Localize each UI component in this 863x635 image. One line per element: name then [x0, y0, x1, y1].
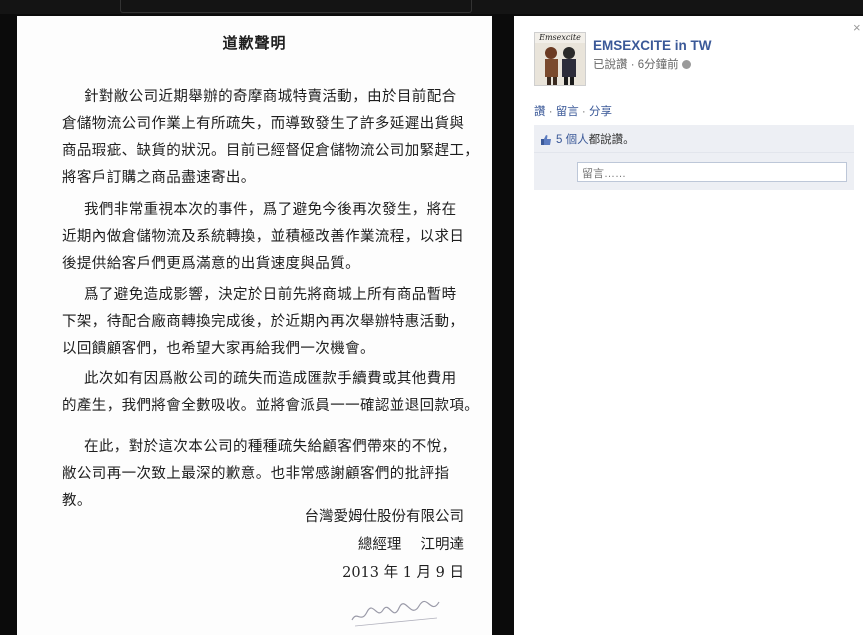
post-side-panel: Emsexcite EMSEXCITE in TW 已說讚 · 6分鐘前 讚 ·… — [514, 16, 863, 635]
post-time[interactable]: 6分鐘前 — [638, 59, 679, 71]
post-actions: 讚 · 留言 · 分享 — [534, 106, 612, 118]
comment-link[interactable]: 留言 — [556, 106, 579, 118]
company-name: 台灣愛姆仕股份有限公司 — [304, 509, 465, 525]
liked-status[interactable]: 已說讚 — [593, 59, 628, 71]
share-link[interactable]: 分享 — [589, 106, 612, 118]
document-paragraph: 我們非常重視本次的事件，爲了避免今後再次發生，將在 近期內做倉儲物流及系統轉換，… — [62, 202, 465, 272]
avatar-brand-logo: Emsexcite — [539, 33, 581, 42]
close-icon[interactable]: × — [853, 20, 861, 35]
thumbs-up-icon — [541, 134, 551, 145]
search-bar-ghost — [120, 0, 472, 13]
document-paragraph: 此次如有因爲敝公司的疏失而造成匯款手續費或其他費用 的產生，我們將會全數吸收。並… — [62, 371, 480, 414]
likes-box: 5 個人都說讚。 留言…… — [534, 125, 854, 190]
globe-icon — [681, 60, 691, 70]
comment-input[interactable]: 留言…… — [577, 162, 847, 182]
page-avatar[interactable]: Emsexcite — [534, 32, 586, 86]
likers-link[interactable]: 5 個人 — [556, 134, 589, 146]
document-paragraph: 爲了避免造成影響，決定於日前先將商城上所有商品暫時 下架，待配合廠商轉換完成後，… — [62, 287, 465, 357]
handwritten-signature — [351, 600, 440, 627]
document-date: 2013 年 1 月 9 日 — [342, 565, 464, 581]
document-paragraph: 針對敝公司近期舉辦的奇摩商城特賣活動，由於目前配合 倉儲物流公司作業上有所疏失，… — [62, 89, 480, 186]
page-name-link[interactable]: EMSEXCITE in TW — [593, 38, 712, 53]
photo-viewer-image[interactable]: 道歉聲明 針對敝公司近期舉辦的奇摩商城特賣活動，由於目前配合 倉儲物流公司作業上… — [17, 16, 492, 635]
viewer-top-bar — [0, 0, 863, 14]
post-meta: 已說讚 · 6分鐘前 — [593, 56, 691, 72]
likes-suffix: 都說讚。 — [588, 134, 635, 146]
document-title: 道歉聲明 — [222, 34, 287, 52]
divider — [534, 152, 854, 153]
likes-summary: 5 個人都說讚。 — [540, 131, 635, 147]
signer-title: 總經理 江明達 — [357, 537, 464, 553]
like-link[interactable]: 讚 — [534, 106, 546, 118]
